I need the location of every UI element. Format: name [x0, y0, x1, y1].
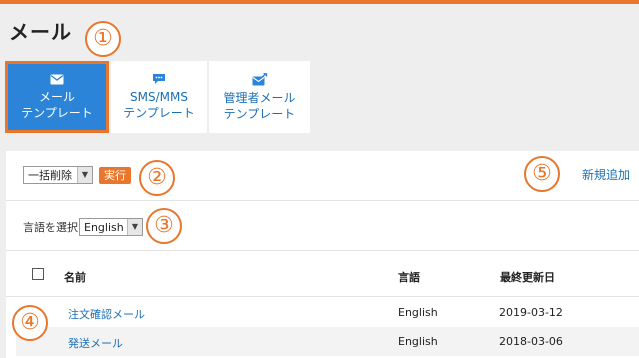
column-header-language: 言語: [398, 271, 420, 284]
tab-mail-template[interactable]: メール テンプレート: [5, 61, 109, 133]
template-language: English: [398, 335, 438, 348]
chat-icon: [153, 74, 165, 84]
callout-4: ④: [12, 305, 48, 341]
template-name-link[interactable]: 注文確認メール: [68, 306, 145, 322]
admin-mail-icon: [252, 72, 267, 85]
chevron-down-icon: ▼: [127, 219, 142, 235]
page-title: メール: [9, 20, 72, 44]
template-name-link[interactable]: 発送メール: [68, 335, 123, 351]
run-button[interactable]: 実行: [99, 167, 131, 184]
tab-label-line2: テンプレート: [21, 105, 93, 120]
column-header-updated: 最終更新日: [500, 271, 555, 284]
tab-label-line2: テンプレート: [123, 106, 195, 120]
bulk-action-value: 一括削除: [28, 169, 72, 182]
template-language: English: [398, 306, 438, 319]
top-accent-bar: [0, 0, 639, 4]
bulk-action-select[interactable]: 一括削除 ▼: [23, 166, 93, 184]
language-select[interactable]: English ▼: [79, 218, 143, 236]
callout-2: ②: [139, 160, 175, 196]
divider: [6, 250, 639, 251]
select-all-checkbox[interactable]: [32, 268, 44, 280]
tab-label-line2: テンプレート: [223, 106, 296, 121]
chevron-down-icon: ▼: [77, 167, 92, 183]
language-value: English: [84, 221, 124, 234]
template-list-panel: 一括削除 ▼ 実行 ② 新規追加 ⑤ 言語を選択: English ▼ ③ 名前…: [6, 151, 639, 358]
callout-5: ⑤: [524, 156, 560, 192]
tab-sms-mms-template[interactable]: SMS/MMS テンプレート: [111, 61, 207, 133]
column-header-name: 名前: [64, 271, 86, 284]
language-label: 言語を選択:: [23, 221, 82, 234]
tab-label-line1: SMS/MMS: [130, 90, 188, 104]
divider: [6, 296, 639, 297]
template-updated: 2018-03-06: [499, 335, 563, 348]
table-row: 発送メール English 2018-03-06: [16, 327, 639, 356]
add-new-link[interactable]: 新規追加: [582, 166, 630, 183]
table-row: 注文確認メール English 2019-03-12: [16, 298, 639, 327]
divider: [6, 200, 639, 201]
tab-label-line1: メール: [38, 89, 75, 104]
tab-label-line1: 管理者メール: [223, 90, 296, 105]
callout-3: ③: [146, 208, 182, 244]
envelope-icon: [50, 74, 64, 84]
tab-admin-mail-template[interactable]: 管理者メール テンプレート: [209, 61, 310, 133]
callout-1: ①: [85, 21, 121, 57]
template-updated: 2019-03-12: [499, 306, 563, 319]
